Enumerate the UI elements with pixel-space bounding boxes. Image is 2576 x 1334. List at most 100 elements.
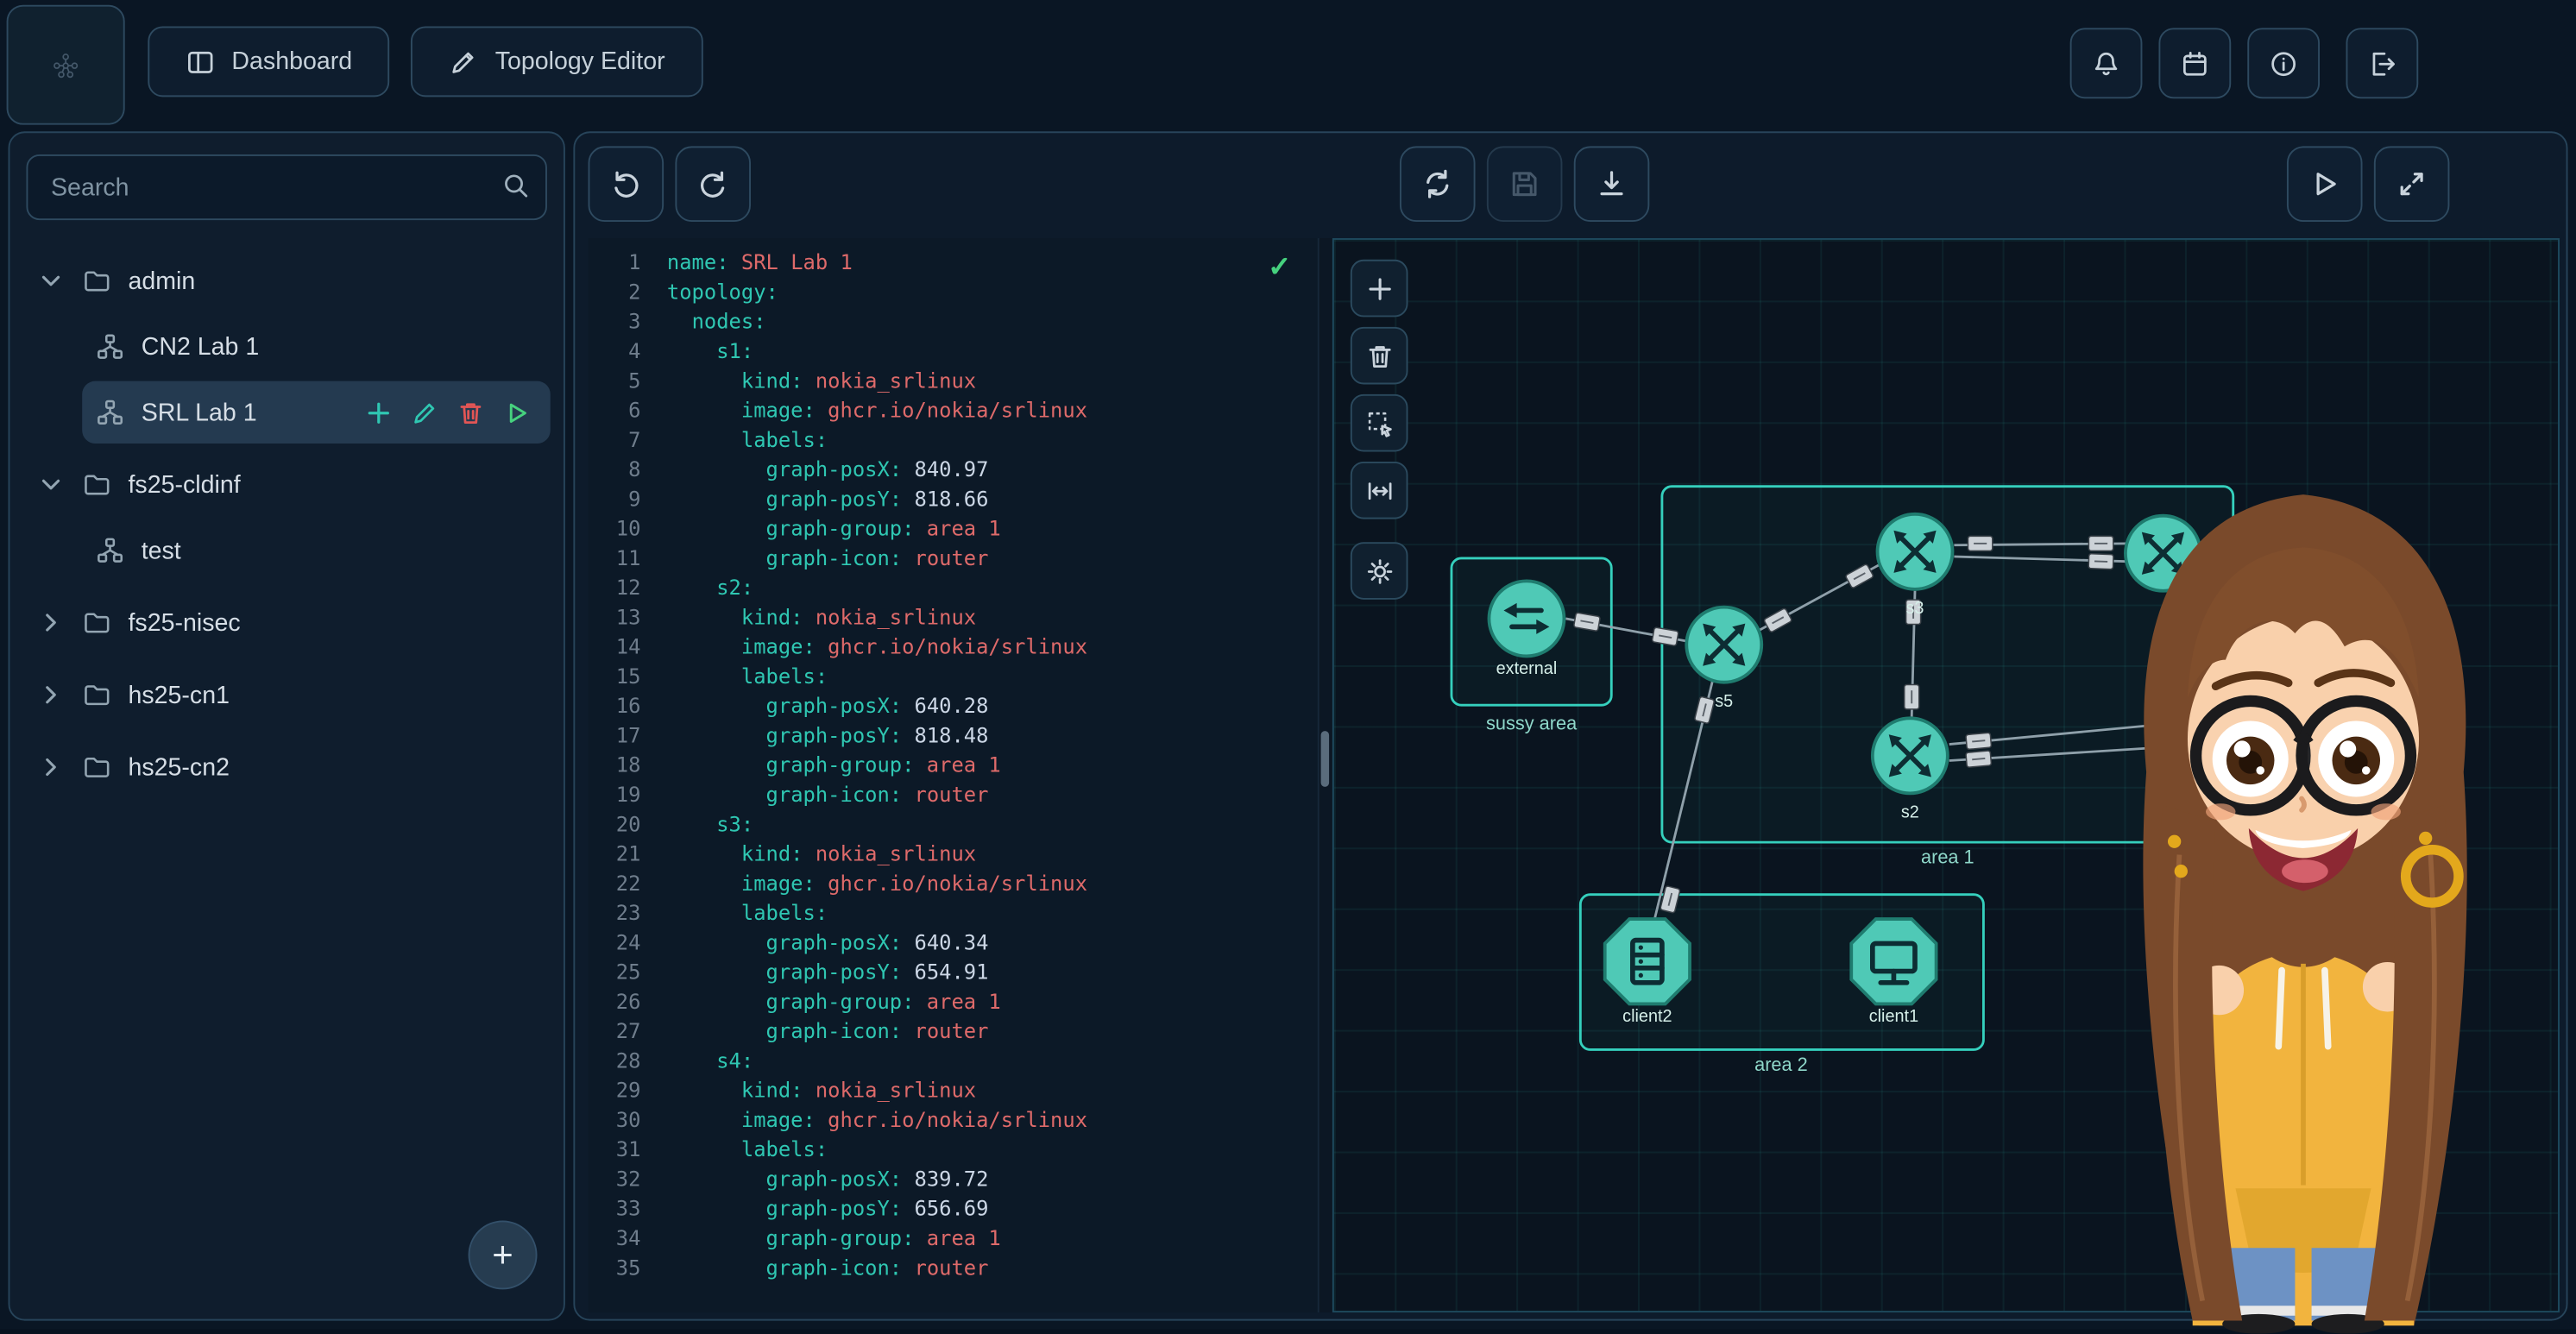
tree-item-actions [365, 399, 538, 426]
tree-label: CN2 Lab 1 [142, 332, 260, 360]
node-label: s2 [1901, 803, 1919, 822]
tree-label: SRL Lab 1 [142, 399, 257, 426]
interface-chip [1966, 751, 1992, 767]
nav-dashboard[interactable]: Dashboard [148, 26, 390, 97]
fit-width-icon[interactable] [1351, 462, 1408, 519]
edit-icon[interactable] [411, 399, 438, 426]
node-s2[interactable] [1873, 718, 1948, 793]
tree-label: fs25-cldinf [128, 470, 240, 498]
settings-icon[interactable] [1351, 542, 1408, 600]
node-s3[interactable] [1878, 514, 1953, 589]
node-s5[interactable] [1686, 607, 1761, 683]
topology-icon [95, 398, 124, 427]
info-icon [2269, 48, 2298, 78]
notifications-button[interactable] [2070, 28, 2143, 98]
group-label: sussy area [1486, 713, 1578, 734]
tree-folder-hs25-cn2[interactable]: hs25-cn2 [23, 736, 551, 798]
delete-icon[interactable] [457, 399, 484, 426]
tree-label: admin [128, 267, 195, 294]
interface-chip [2088, 536, 2113, 551]
interface-chip [1968, 536, 1992, 551]
folder-icon [82, 752, 111, 782]
layout-icon [186, 47, 215, 76]
line-numbers: 1234567891011121314151617181920212223242… [589, 248, 641, 1282]
editor-scrollbar[interactable] [1318, 238, 1332, 1312]
chevron-down-icon [36, 469, 66, 499]
tree-label: hs25-cn1 [128, 681, 229, 708]
code-lines[interactable]: name: SRL Lab 1topology: nodes: s1: kind… [667, 248, 1318, 1282]
topology-icon [95, 332, 124, 362]
tree-item-test[interactable]: test [82, 519, 551, 582]
node-client1[interactable] [1851, 919, 1936, 1004]
app-window: Dashboard Topology Editor [0, 0, 2576, 1329]
node-label: s3 [1906, 599, 1924, 618]
node-label: s5 [1715, 692, 1733, 711]
search-box [26, 154, 546, 220]
tree-item-srl-lab-1[interactable]: SRL Lab 1 [82, 381, 551, 444]
pencil-icon [449, 47, 478, 76]
redo-button[interactable] [675, 146, 751, 222]
save-button[interactable] [1487, 146, 1563, 222]
undo-button[interactable] [589, 146, 664, 222]
folder-icon [82, 607, 111, 637]
node-client2[interactable] [1605, 919, 1690, 1004]
bell-icon [2091, 48, 2120, 78]
tree-folder-fs25-cldinf[interactable]: fs25-cldinf [23, 453, 551, 515]
group-label: area 1 [1921, 846, 1975, 868]
node-external[interactable] [1489, 581, 1564, 656]
logout-button[interactable] [2346, 28, 2418, 98]
tree-item-cn2-lab-1[interactable]: CN2 Lab 1 [82, 316, 551, 378]
nav-topology-editor-label: Topology Editor [495, 47, 665, 75]
sync-button[interactable] [1400, 146, 1476, 222]
app-logo[interactable] [7, 5, 125, 125]
editor-toolbar [589, 146, 2554, 224]
info-button[interactable] [2247, 28, 2320, 98]
run-icon[interactable] [503, 399, 531, 426]
interface-chip [2088, 554, 2113, 569]
search-icon [501, 171, 531, 200]
sidebar: admin CN2 Lab 1 SRL Lab 1 [9, 131, 565, 1320]
node-label: client2 [1622, 1007, 1672, 1026]
nav-topology-editor[interactable]: Topology Editor [412, 26, 703, 97]
search-input[interactable] [26, 154, 546, 220]
yaml-valid-check-icon: ✓ [1268, 251, 1291, 284]
calendar-button[interactable] [2158, 28, 2231, 98]
folder-icon [82, 266, 111, 295]
editor-panel: 1234567891011121314151617181920212223242… [573, 131, 2567, 1320]
yaml-editor[interactable]: 1234567891011121314151617181920212223242… [589, 238, 1318, 1312]
primary-nav: Dashboard Topology Editor [148, 26, 702, 97]
plus-icon[interactable] [1351, 260, 1408, 318]
marquee-select-icon[interactable] [1351, 394, 1408, 452]
tree-label: hs25-cn2 [128, 753, 229, 781]
network-logo-icon [51, 50, 80, 79]
chevron-right-icon [36, 680, 66, 709]
folder-icon [82, 680, 111, 709]
fullscreen-button[interactable] [2374, 146, 2450, 222]
chevron-right-icon [36, 752, 66, 782]
download-button[interactable] [1574, 146, 1650, 222]
add-icon[interactable] [365, 399, 393, 426]
interface-chip [1905, 685, 1919, 709]
tree-folder-hs25-cn1[interactable]: hs25-cn1 [23, 664, 551, 726]
logout-icon [2367, 48, 2396, 78]
add-topology-fab[interactable]: + [469, 1220, 538, 1289]
calendar-icon [2180, 48, 2209, 78]
node-router-partial[interactable] [2126, 516, 2201, 591]
topology-canvas[interactable]: sussy area area 1 area 2 [1332, 238, 2560, 1312]
tree-label: test [142, 537, 181, 564]
scrollbar-thumb[interactable] [1321, 731, 1330, 787]
run-topology-button[interactable] [2287, 146, 2363, 222]
interface-chip [1966, 733, 1992, 749]
node-label: client1 [1869, 1007, 1918, 1026]
chevron-down-icon [36, 266, 66, 295]
topology-tree: admin CN2 Lab 1 SRL Lab 1 [9, 236, 564, 805]
folder-icon [82, 469, 111, 499]
topology-graph[interactable]: sussy area area 1 area 2 [1334, 240, 2558, 1311]
trash-icon[interactable] [1351, 327, 1408, 385]
tree-folder-admin[interactable]: admin [23, 249, 551, 311]
tree-label: fs25-nisec [128, 608, 240, 636]
tree-folder-fs25-nisec[interactable]: fs25-nisec [23, 591, 551, 653]
canvas-palette [1351, 260, 1408, 600]
chevron-right-icon [36, 607, 66, 637]
group-label: area 2 [1754, 1054, 1808, 1075]
